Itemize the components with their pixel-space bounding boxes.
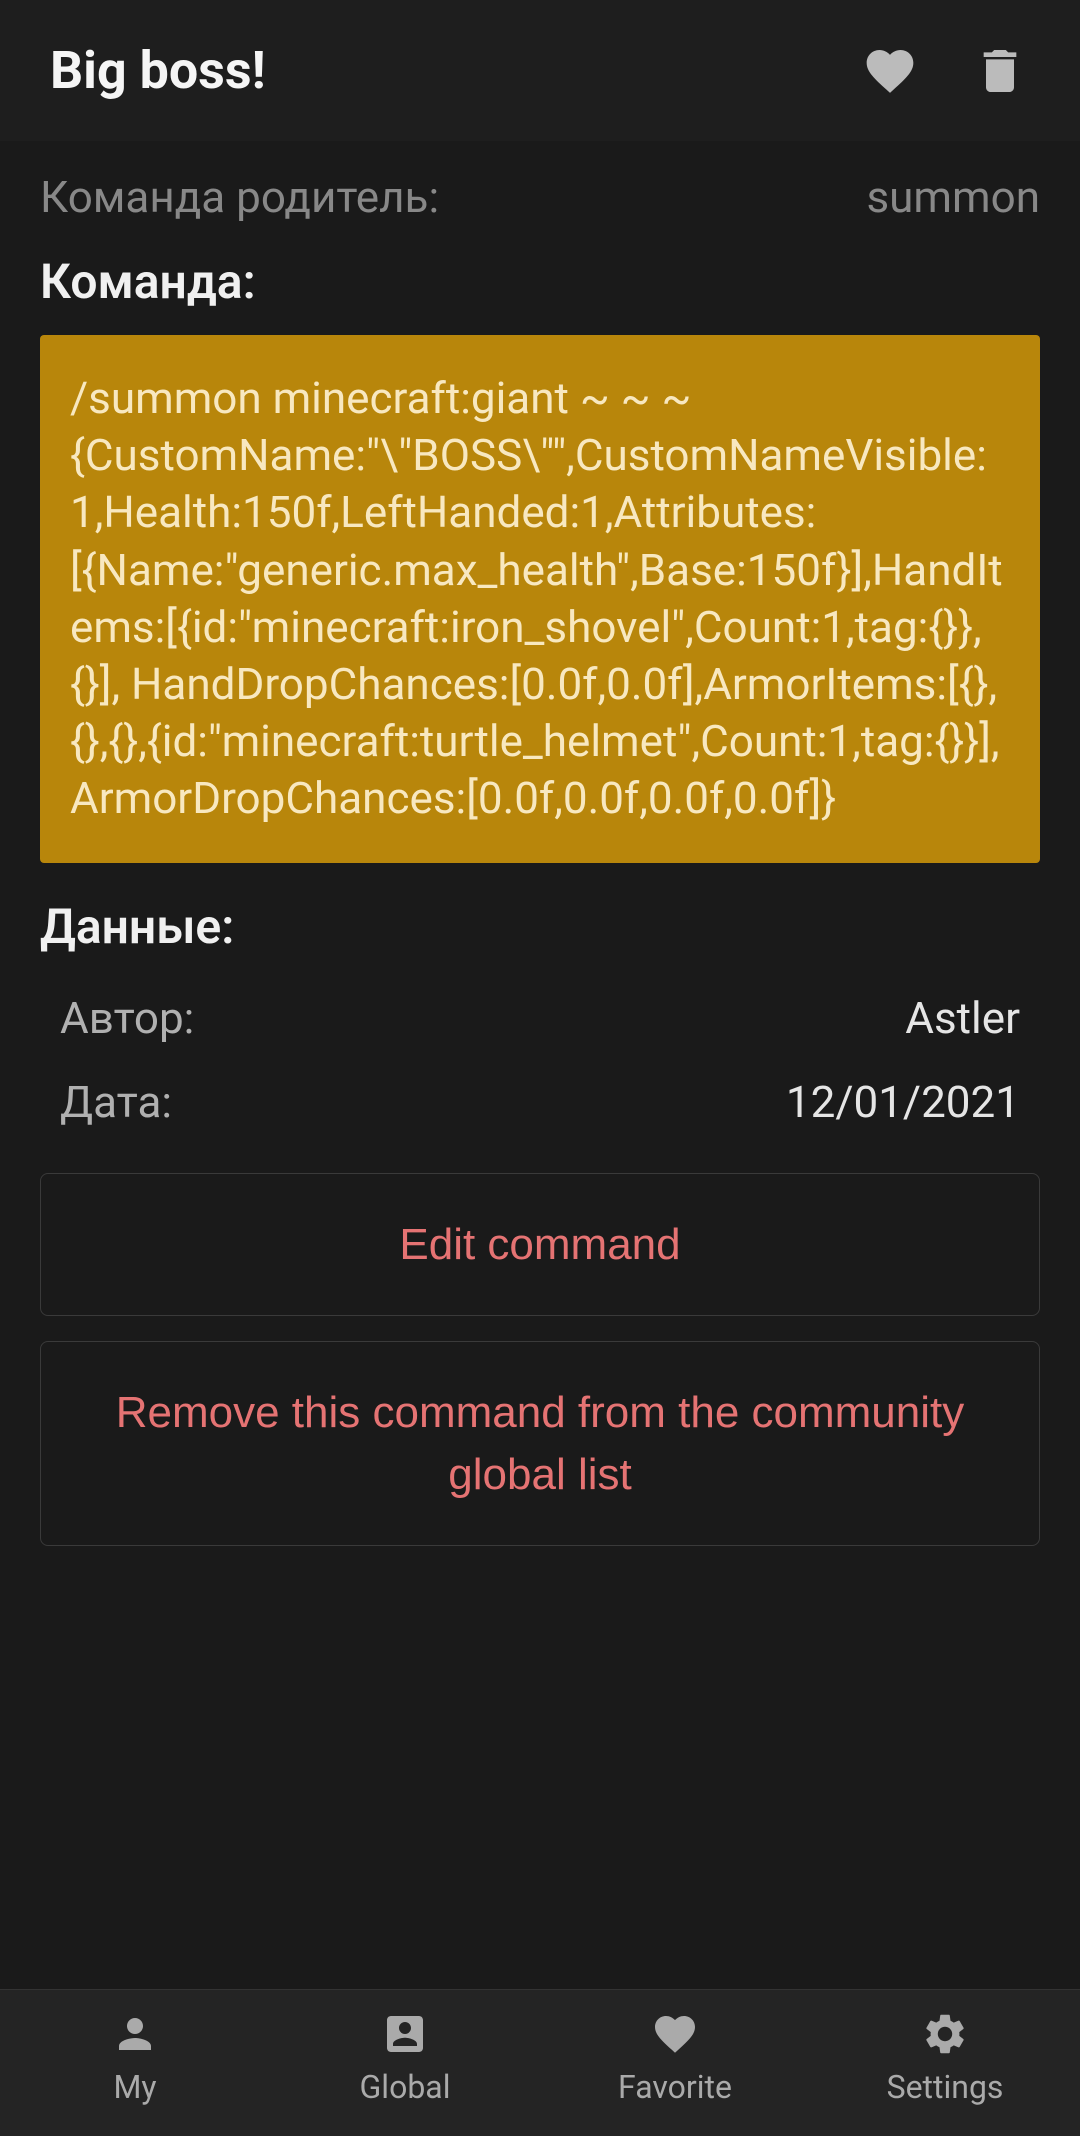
date-label: Дата: xyxy=(60,1076,172,1128)
command-text-box[interactable]: /summon minecraft:giant ~ ~ ~ {CustomNam… xyxy=(40,335,1040,863)
date-value: 12/01/2021 xyxy=(786,1076,1020,1128)
date-row: Дата: 12/01/2021 xyxy=(40,1064,1040,1140)
nav-favorite[interactable]: Favorite xyxy=(540,2010,810,2106)
heart-icon xyxy=(651,2010,699,2058)
author-row: Автор: Astler xyxy=(40,980,1040,1056)
person-icon xyxy=(111,2010,159,2058)
nav-settings-label: Settings xyxy=(887,2068,1004,2106)
nav-my[interactable]: My xyxy=(0,2010,270,2106)
heart-icon xyxy=(862,43,918,99)
nav-my-label: My xyxy=(113,2068,156,2106)
header: Big boss! xyxy=(0,0,1080,141)
gear-icon xyxy=(921,2010,969,2058)
nav-global-label: Global xyxy=(360,2068,451,2106)
author-label: Автор: xyxy=(60,992,194,1044)
delete-button[interactable] xyxy=(970,41,1030,101)
data-section-label: Данные: xyxy=(40,898,1040,955)
page-title: Big boss! xyxy=(50,40,860,101)
nav-global[interactable]: Global xyxy=(270,2010,540,2106)
remove-command-button[interactable]: Remove this command from the community g… xyxy=(40,1341,1040,1546)
nav-favorite-label: Favorite xyxy=(618,2068,732,2106)
header-actions xyxy=(860,41,1030,101)
trash-icon xyxy=(972,43,1028,99)
account-box-icon xyxy=(381,2010,429,2058)
parent-command-row: Команда родитель: summon xyxy=(40,171,1040,223)
author-value: Astler xyxy=(905,992,1020,1044)
favorite-button[interactable] xyxy=(860,41,920,101)
edit-command-button[interactable]: Edit command xyxy=(40,1173,1040,1317)
content: Команда родитель: summon Команда: /summo… xyxy=(0,141,1080,1989)
nav-settings[interactable]: Settings xyxy=(810,2010,1080,2106)
command-section-label: Команда: xyxy=(40,253,1040,310)
bottom-navigation: My Global Favorite Settings xyxy=(0,1989,1080,2136)
parent-command-label: Команда родитель: xyxy=(40,171,439,223)
parent-command-value: summon xyxy=(866,171,1040,223)
